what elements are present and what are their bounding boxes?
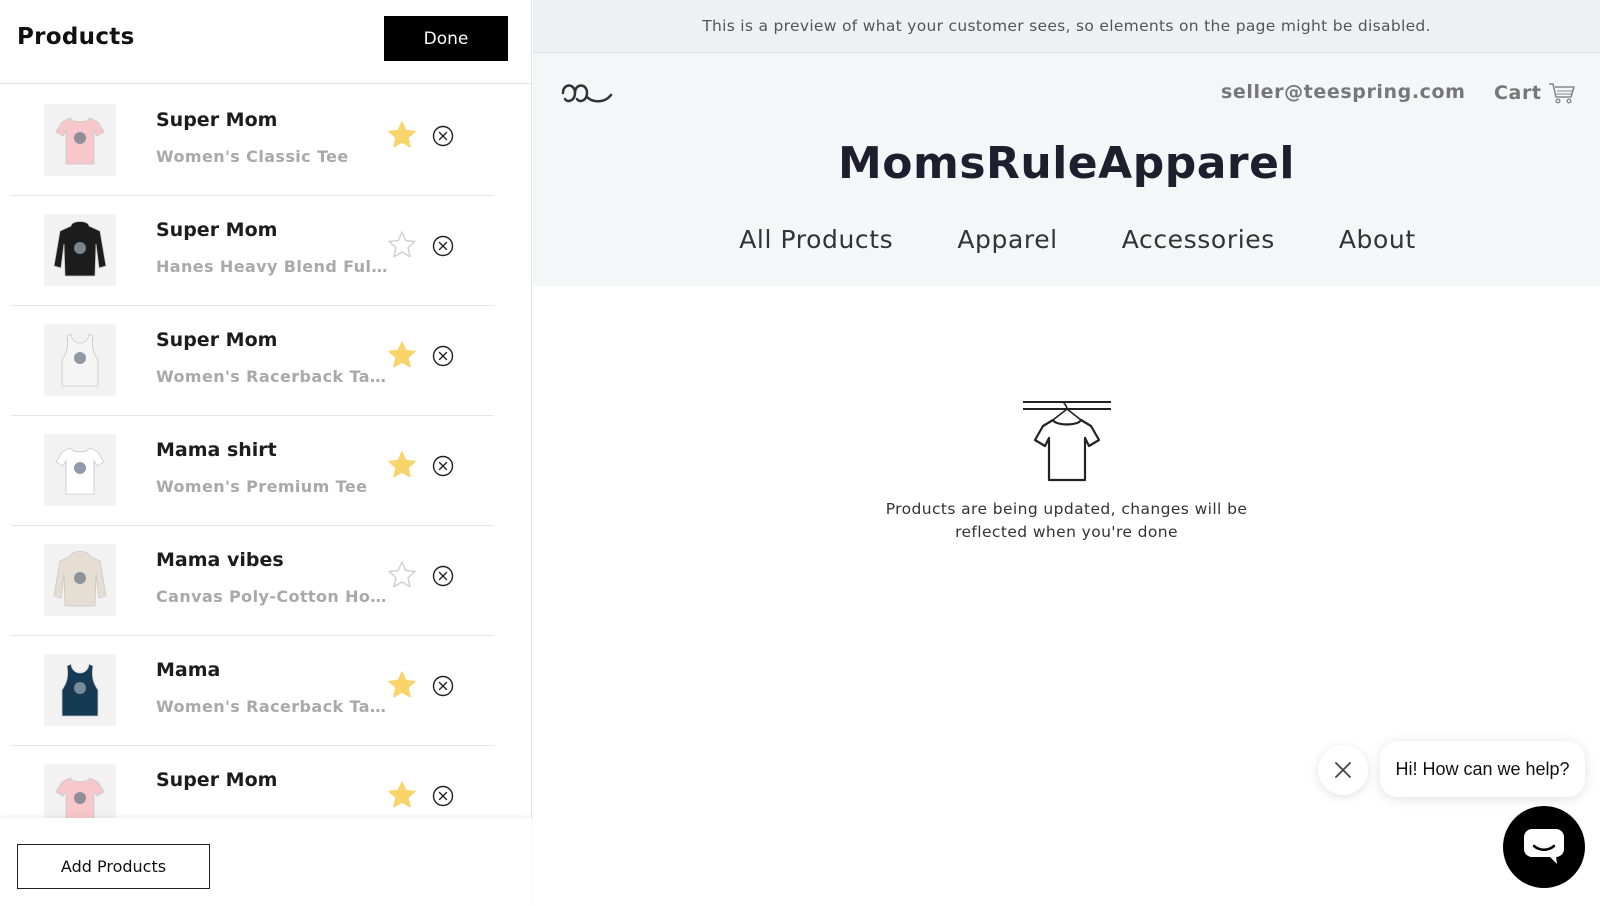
preview-banner: This is a preview of what your customer …	[533, 0, 1600, 53]
add-products-button[interactable]: Add Products	[17, 844, 210, 889]
product-row[interactable]: Super Mom Hanes Heavy Blend Full Zi...	[11, 194, 494, 306]
seller-email-link[interactable]: seller@teespring.com	[1221, 81, 1466, 103]
done-button[interactable]: Done	[384, 16, 508, 61]
empty-state: Products are being updated, changes will…	[533, 400, 1600, 544]
store-header: seller@teespring.com Cart MomsRuleAppare…	[533, 53, 1600, 286]
star-filled-icon[interactable]	[387, 340, 417, 370]
product-type: Canvas Poly-Cotton Hood...	[156, 587, 388, 606]
product-row[interactable]: Super Mom Women's Classic Tee	[11, 84, 494, 196]
product-name: Mama vibes	[156, 549, 284, 571]
remove-circle-icon[interactable]	[432, 785, 454, 807]
product-type: Women's Premium Tee	[156, 477, 368, 496]
close-icon	[1335, 762, 1351, 778]
product-thumbnail	[44, 104, 116, 176]
product-type: Hanes Heavy Blend Full Zi...	[156, 257, 388, 276]
remove-circle-icon[interactable]	[432, 565, 454, 587]
nav-apparel[interactable]: Apparel	[957, 225, 1057, 254]
remove-circle-icon[interactable]	[432, 125, 454, 147]
remove-circle-icon[interactable]	[432, 675, 454, 697]
product-row[interactable]: Mama shirt Women's Premium Tee	[11, 414, 494, 526]
product-thumbnail	[44, 434, 116, 506]
chat-icon	[1524, 829, 1564, 864]
star-filled-icon[interactable]	[387, 450, 417, 480]
product-name: Super Mom	[156, 769, 278, 791]
product-type: Women's Racerback Tank	[156, 697, 388, 716]
pink-tee-icon	[55, 777, 105, 818]
product-list: Super Mom Women's Classic Tee Super Mom Han…	[0, 84, 532, 818]
empty-state-line-1: Products are being updated, changes will…	[885, 500, 1248, 518]
store-nav: All Products Apparel Accessories About	[533, 225, 1600, 254]
cart-link[interactable]: Cart	[1494, 81, 1576, 105]
remove-circle-icon[interactable]	[432, 235, 454, 257]
chat-greeting-bubble[interactable]: Hi! How can we help?	[1380, 741, 1585, 797]
shirt-on-hanger-icon	[1022, 400, 1111, 482]
product-thumbnail	[44, 764, 116, 818]
chat-dismiss-button[interactable]	[1318, 745, 1368, 795]
white-tank-icon	[61, 333, 99, 387]
store-name: MomsRuleApparel	[837, 138, 1296, 189]
product-name: Super Mom	[156, 219, 278, 241]
panel-footer: Add Products	[0, 818, 532, 906]
product-thumbnail	[44, 324, 116, 396]
product-thumbnail	[44, 544, 116, 616]
pink-tee-icon	[55, 117, 105, 165]
product-name: Mama	[156, 659, 221, 681]
product-row[interactable]: Super Mom	[11, 744, 494, 818]
star-filled-icon[interactable]	[387, 120, 417, 150]
star-outline-icon[interactable]	[387, 230, 417, 260]
store-preview: This is a preview of what your customer …	[533, 0, 1600, 906]
product-row[interactable]: Mama vibes Canvas Poly-Cotton Hood...	[11, 524, 494, 636]
product-row[interactable]: Mama Women's Racerback Tank	[11, 634, 494, 746]
cream-hoodie-icon	[53, 551, 107, 607]
remove-circle-icon[interactable]	[432, 345, 454, 367]
product-row[interactable]: Super Mom Women's Racerback Tank	[11, 304, 494, 416]
white-tee-icon	[55, 447, 105, 495]
cart-label: Cart	[1494, 82, 1542, 104]
product-name: Super Mom	[156, 109, 278, 131]
product-thumbnail	[44, 214, 116, 286]
cart-icon	[1548, 83, 1575, 104]
product-type: Women's Classic Tee	[156, 147, 349, 166]
remove-circle-icon[interactable]	[432, 455, 454, 477]
nav-accessories[interactable]: Accessories	[1122, 225, 1275, 254]
nav-all-products[interactable]: All Products	[739, 225, 893, 254]
store-logo-icon[interactable]	[559, 79, 615, 109]
star-outline-icon[interactable]	[387, 560, 417, 590]
product-type: Women's Racerback Tank	[156, 367, 388, 386]
product-thumbnail	[44, 654, 116, 726]
panel-title: Products	[17, 24, 135, 50]
chat-launcher-button[interactable]	[1503, 806, 1585, 888]
empty-state-message: Products are being updated, changes will…	[877, 498, 1257, 544]
panel-header: Products Done	[0, 0, 532, 84]
product-name: Super Mom	[156, 329, 278, 351]
nav-about[interactable]: About	[1339, 225, 1416, 254]
star-filled-icon[interactable]	[387, 780, 417, 810]
navy-tank-icon	[61, 663, 99, 717]
products-panel: Products Done Super Mom Women's Classic T…	[0, 0, 532, 906]
star-filled-icon[interactable]	[387, 670, 417, 700]
black-hoodie-icon	[53, 221, 107, 277]
empty-state-line-2: reflected when you're done	[955, 523, 1178, 541]
product-name: Mama shirt	[156, 439, 277, 461]
